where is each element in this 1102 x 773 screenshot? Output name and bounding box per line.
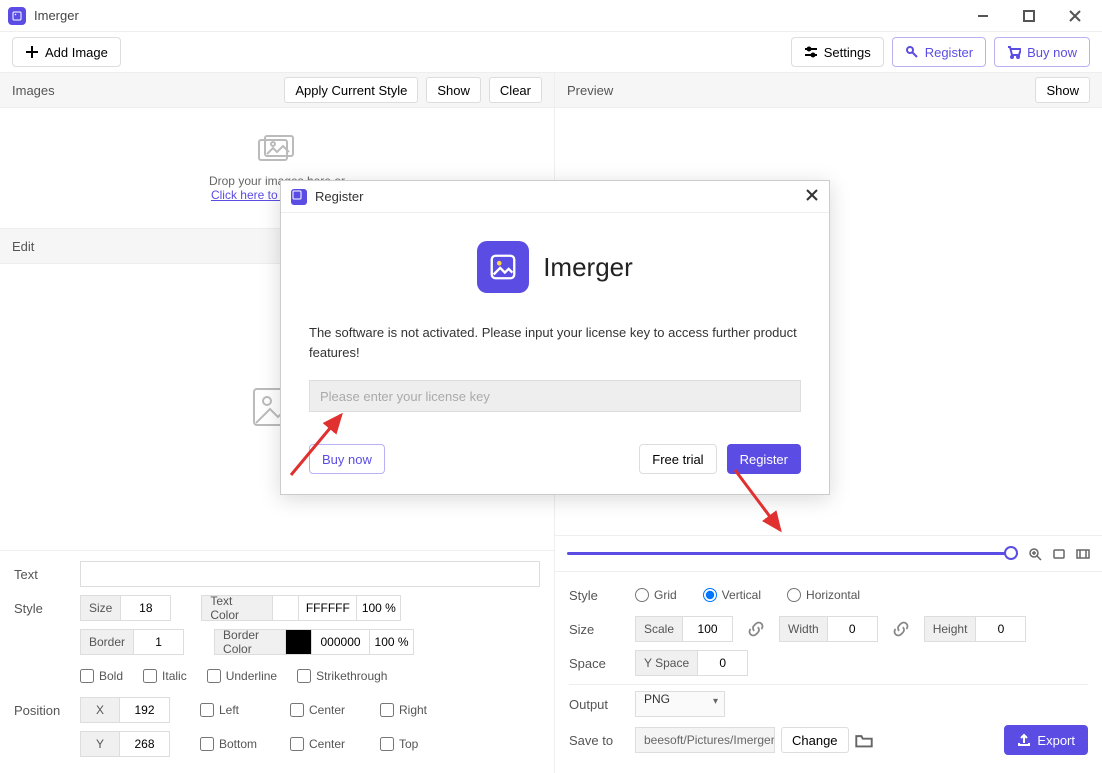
style-label: Style: [14, 601, 74, 616]
buy-now-label: Buy now: [1027, 45, 1077, 60]
text-color-input[interactable]: [299, 595, 357, 621]
register-modal: Register Imerger The software is not act…: [280, 180, 830, 495]
preview-title: Preview: [567, 83, 613, 98]
border-color-input[interactable]: [312, 629, 370, 655]
align-bottom-checkbox[interactable]: Bottom: [200, 737, 270, 751]
close-icon: [805, 188, 819, 202]
modal-register-button[interactable]: Register: [727, 444, 801, 474]
align-vcenter-checkbox[interactable]: Center: [290, 737, 360, 751]
add-image-label: Add Image: [45, 45, 108, 60]
minimize-button[interactable]: [960, 0, 1006, 32]
register-button[interactable]: Register: [892, 37, 986, 67]
border-input[interactable]: [134, 629, 184, 655]
brand-name: Imerger: [543, 252, 633, 283]
output-select[interactable]: PNG: [635, 691, 725, 717]
height-input[interactable]: [976, 616, 1026, 642]
change-path-button[interactable]: Change: [781, 727, 849, 753]
align-left-checkbox[interactable]: Left: [200, 703, 270, 717]
text-label: Text: [14, 567, 74, 582]
sliders-icon: [804, 45, 818, 59]
width-input[interactable]: [828, 616, 878, 642]
size-input[interactable]: [121, 595, 171, 621]
strikethrough-checkbox[interactable]: Strikethrough: [297, 669, 387, 683]
size-field: Size: [80, 595, 171, 621]
register-label: Register: [925, 45, 973, 60]
position-label: Position: [14, 703, 74, 718]
edit-title: Edit: [12, 239, 34, 254]
key-icon: [905, 45, 919, 59]
text-style-panel: Text Style Size Text Color: [0, 550, 554, 773]
text-input[interactable]: [80, 561, 540, 587]
app-title: Imerger: [34, 8, 960, 23]
actual-size-icon[interactable]: [1076, 547, 1090, 561]
buy-now-button[interactable]: Buy now: [994, 37, 1090, 67]
preview-header: Preview Show: [555, 72, 1102, 108]
save-to-label: Save to: [569, 733, 629, 748]
brand-logo-icon: [477, 241, 529, 293]
zoom-slider[interactable]: [567, 552, 1018, 555]
folder-icon[interactable]: [855, 731, 873, 749]
style-grid-radio[interactable]: Grid: [635, 588, 677, 602]
maximize-button[interactable]: [1006, 0, 1052, 32]
underline-checkbox[interactable]: Underline: [207, 669, 277, 683]
align-right-checkbox[interactable]: Right: [380, 703, 427, 717]
cart-icon: [1007, 45, 1021, 59]
align-top-checkbox[interactable]: Top: [380, 737, 418, 751]
align-hcenter-checkbox[interactable]: Center: [290, 703, 360, 717]
apply-style-button[interactable]: Apply Current Style: [284, 77, 418, 103]
border-color-opacity[interactable]: [370, 629, 414, 655]
scale-input[interactable]: [683, 616, 733, 642]
images-title: Images: [12, 83, 55, 98]
layout-panel: Style Grid Vertical Horizontal Size Scal…: [555, 571, 1102, 773]
y-input[interactable]: [120, 731, 170, 757]
modal-buy-now-button[interactable]: Buy now: [309, 444, 385, 474]
bold-checkbox[interactable]: Bold: [80, 669, 123, 683]
show-images-button[interactable]: Show: [426, 77, 481, 103]
save-path: beesoft/Pictures/Imerger: [635, 727, 775, 753]
titlebar: Imerger: [0, 0, 1102, 32]
export-button[interactable]: Export: [1004, 725, 1088, 755]
zoom-in-icon[interactable]: [1028, 547, 1042, 561]
images-header: Images Apply Current Style Show Clear: [0, 72, 554, 108]
app-icon: [8, 7, 26, 25]
text-color-swatch[interactable]: [273, 595, 299, 621]
close-button[interactable]: [1052, 0, 1098, 32]
modal-close-button[interactable]: [805, 188, 819, 205]
images-stack-icon: [257, 134, 297, 164]
space-label: Space: [569, 656, 629, 671]
export-icon: [1017, 733, 1031, 747]
plus-icon: [25, 45, 39, 59]
border-color-swatch[interactable]: [286, 629, 312, 655]
layout-size-label: Size: [569, 622, 629, 637]
italic-checkbox[interactable]: Italic: [143, 669, 187, 683]
clear-images-button[interactable]: Clear: [489, 77, 542, 103]
license-key-input[interactable]: [309, 380, 801, 412]
settings-label: Settings: [824, 45, 871, 60]
modal-app-icon: [291, 189, 307, 205]
link-icon[interactable]: [892, 620, 910, 638]
fit-icon[interactable]: [1052, 547, 1066, 561]
style-horizontal-radio[interactable]: Horizontal: [787, 588, 860, 602]
show-preview-button[interactable]: Show: [1035, 77, 1090, 103]
modal-title: Register: [315, 189, 363, 204]
x-input[interactable]: [120, 697, 170, 723]
topbar: Add Image Settings Register Buy now: [0, 32, 1102, 72]
border-field: Border: [80, 629, 184, 655]
zoom-controls: [555, 535, 1102, 571]
add-image-button[interactable]: Add Image: [12, 37, 121, 67]
border-color-field: Border Color: [214, 629, 414, 655]
activation-message: The software is not activated. Please in…: [309, 323, 801, 362]
text-color-opacity[interactable]: [357, 595, 401, 621]
link-icon[interactable]: [747, 620, 765, 638]
style-vertical-radio[interactable]: Vertical: [703, 588, 761, 602]
layout-style-label: Style: [569, 588, 629, 603]
yspace-input[interactable]: [698, 650, 748, 676]
output-label: Output: [569, 697, 629, 712]
settings-button[interactable]: Settings: [791, 37, 884, 67]
text-color-field: Text Color: [201, 595, 401, 621]
free-trial-button[interactable]: Free trial: [639, 444, 716, 474]
